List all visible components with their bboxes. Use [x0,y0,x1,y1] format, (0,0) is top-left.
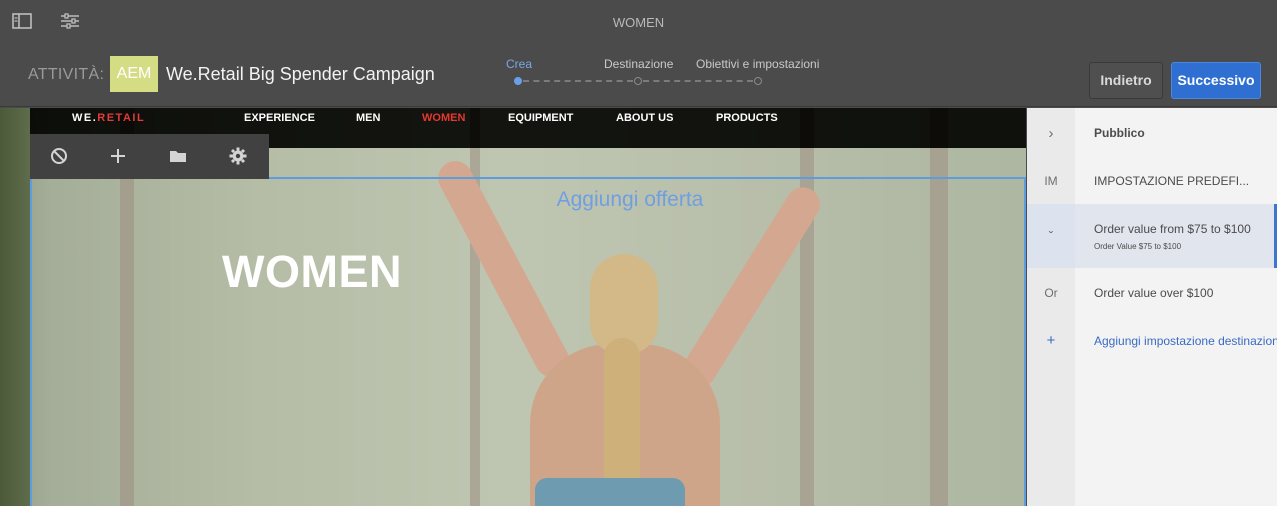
add-targeting-row[interactable]: + Aggiungi impostazione destinazione [1027,316,1277,364]
chevron-right-icon[interactable]: › [1027,125,1075,142]
back-button[interactable]: Indietro [1089,62,1163,99]
audience-label: Pubblico [1094,126,1145,140]
folder-icon[interactable] [168,146,188,166]
logo-accent: RETAIL [97,112,146,124]
component-toolbar [30,134,269,179]
activity-header: ATTIVITÀ: AEM We.Retail Big Spender Camp… [0,44,1277,107]
experience-label: IMPOSTAZIONE PREDEFI... [1094,174,1250,188]
logo-text: WE. [72,112,98,124]
activity-name: We.Retail Big Spender Campaign [166,64,435,84]
aem-badge: AEM [110,56,158,92]
step-connector [643,80,753,82]
top-bar: WOMEN [0,0,1277,44]
audience-row[interactable]: › Pubblico [1027,108,1277,156]
experience-sublabel: Order Value $75 to $100 [1094,242,1182,251]
add-targeting-link[interactable]: Aggiungi impostazione destinazione [1094,334,1277,348]
add-offer-label[interactable]: Aggiungi offerta [0,188,1026,212]
activity-label: ATTIVITÀ: [28,66,105,83]
experience-label: Order value from $75 to $100 [1094,222,1251,236]
block-icon[interactable] [49,146,69,166]
next-button[interactable]: Successivo [1171,62,1261,99]
nav-experience[interactable]: EXPERIENCE [244,112,315,124]
target-component-region[interactable] [30,177,1026,506]
plus-icon[interactable] [108,146,128,166]
experience-row-default[interactable]: IM IMPOSTAZIONE PREDEFI... [1027,156,1277,204]
step-dot-goals [754,77,762,85]
page-title: WOMEN [612,15,665,30]
page-canvas: WE.RETAIL EXPERIENCE MEN WOMEN EQUIPMENT… [0,108,1026,506]
experience-initials: Or [1044,286,1058,300]
nav-products[interactable]: PRODUCTS [716,112,778,124]
experience-row[interactable]: Or Order value over $100 [1027,268,1277,316]
gear-icon[interactable] [228,146,248,166]
hero-title: WOMEN [222,246,402,297]
nav-men[interactable]: MEN [356,112,380,124]
step-dot-targeting [634,77,642,85]
experience-row-selected[interactable]: ˇ Order value from $75 to $100 Order Val… [1027,204,1277,268]
nav-equipment[interactable]: EQUIPMENT [508,112,573,124]
step-targeting[interactable]: Destinazione [604,57,673,71]
experience-initials: IM [1044,174,1058,188]
step-dot-create [514,77,522,85]
step-connector [523,80,633,82]
plus-icon[interactable]: + [1027,332,1075,349]
targeting-panel: › Pubblico IM IMPOSTAZIONE PREDEFI... ˇ … [1027,108,1277,506]
step-create[interactable]: Crea [506,57,532,71]
site-logo[interactable]: WE.RETAIL [72,112,145,124]
step-goals-settings[interactable]: Obiettivi e impostazioni [696,57,819,71]
nav-women[interactable]: WOMEN [422,112,465,124]
experience-label: Order value over $100 [1094,286,1214,300]
nav-about-us[interactable]: ABOUT US [616,112,673,124]
chevron-down-icon[interactable]: ˇ [1027,228,1075,244]
